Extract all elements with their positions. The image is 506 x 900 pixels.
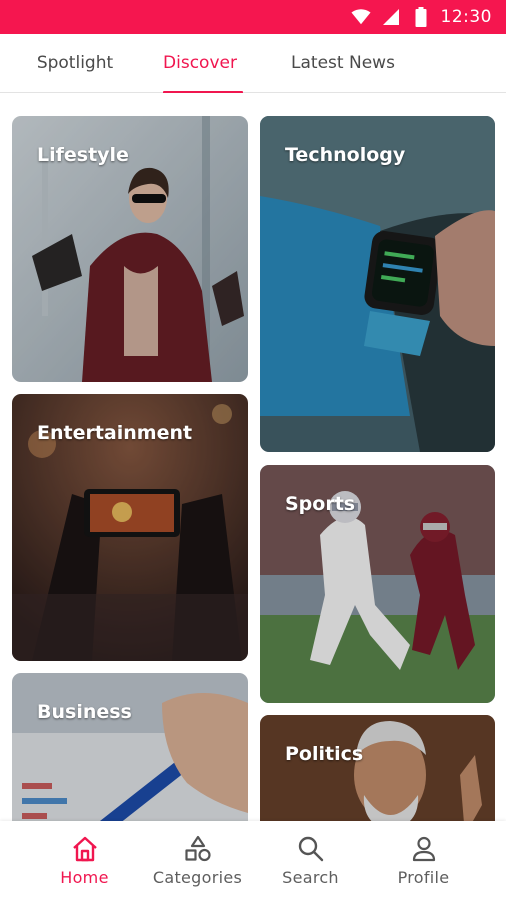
bottom-navigation: Home Categories Search Profile <box>0 821 506 900</box>
nav-home[interactable]: Home <box>28 821 141 900</box>
category-label: Politics <box>285 743 364 765</box>
wifi-icon <box>350 7 371 27</box>
nav-categories[interactable]: Categories <box>141 821 254 900</box>
category-card-business[interactable]: Business <box>12 673 248 821</box>
category-card-politics[interactable]: Politics <box>260 715 495 821</box>
category-grid: Lifestyle Technology Entertainment Sport… <box>0 93 506 821</box>
tab-label: Latest News <box>291 53 395 73</box>
category-label: Technology <box>285 144 406 166</box>
tab-latest-news[interactable]: Latest News <box>250 34 436 93</box>
signal-icon <box>381 7 401 27</box>
tab-spotlight[interactable]: Spotlight <box>0 34 150 93</box>
category-card-technology[interactable]: Technology <box>260 116 495 452</box>
card-overlay <box>260 715 495 821</box>
category-label: Business <box>37 701 132 723</box>
category-label: Lifestyle <box>37 144 129 166</box>
nav-label: Profile <box>397 868 450 887</box>
tab-label: Spotlight <box>36 53 114 73</box>
category-label: Sports <box>285 493 356 515</box>
categories-icon <box>184 835 212 863</box>
nav-search[interactable]: Search <box>254 821 367 900</box>
profile-icon <box>410 835 438 863</box>
status-bar: 12:30 <box>0 0 506 34</box>
nav-profile[interactable]: Profile <box>367 821 480 900</box>
tab-discover[interactable]: Discover <box>150 34 250 94</box>
card-overlay <box>12 673 248 821</box>
category-card-lifestyle[interactable]: Lifestyle <box>12 116 248 382</box>
battery-icon <box>411 7 431 27</box>
top-tabs: Spotlight Discover Latest News <box>0 34 506 94</box>
category-label: Entertainment <box>37 422 193 444</box>
status-time: 12:30 <box>440 7 492 27</box>
nav-label: Search <box>282 868 339 887</box>
tab-label: Discover <box>163 53 237 73</box>
category-card-entertainment[interactable]: Entertainment <box>12 394 248 661</box>
category-card-sports[interactable]: Sports <box>260 465 495 703</box>
nav-label: Categories <box>152 868 243 887</box>
nav-label: Home <box>60 868 109 887</box>
search-icon <box>297 835 325 863</box>
home-icon <box>71 835 99 863</box>
card-overlay <box>260 116 495 452</box>
